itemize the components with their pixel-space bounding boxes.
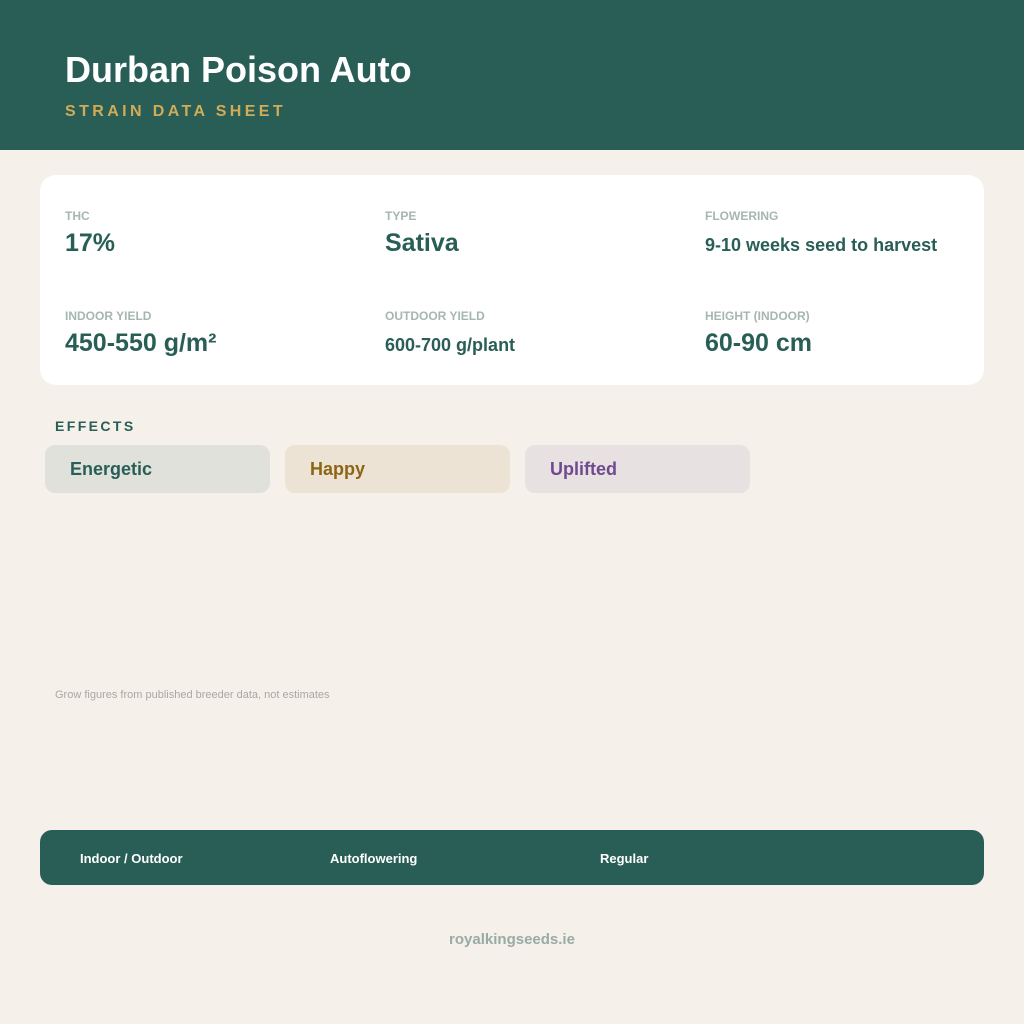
stat-label: INDOOR YIELD bbox=[65, 309, 152, 323]
stat-type: TYPE Sativa bbox=[385, 209, 459, 257]
stat-thc: THC 17% bbox=[65, 209, 115, 257]
page-title: Durban Poison Auto bbox=[65, 49, 412, 90]
stat-value: 450-550 g/m² bbox=[65, 329, 217, 357]
stat-label: THC bbox=[65, 209, 90, 223]
feature-indoor-outdoor: Indoor / Outdoor bbox=[80, 851, 183, 866]
stat-value: Sativa bbox=[385, 229, 459, 257]
site-link[interactable]: royalkingseeds.ie bbox=[0, 930, 1024, 950]
stat-indoor-yield: INDOOR YIELD 450-550 g/m² bbox=[65, 309, 216, 357]
stats-card: THC 17% TYPE Sativa FLOWERING 9-10 weeks… bbox=[40, 175, 984, 385]
stat-value: 600-700 g/plant bbox=[385, 335, 516, 355]
feature-regular: Regular bbox=[600, 851, 649, 866]
page-subtitle: STRAIN DATA SHEET bbox=[65, 103, 287, 120]
effect-chip-happy: Happy bbox=[285, 445, 510, 493]
stat-label: TYPE bbox=[385, 209, 417, 223]
stat-label: FLOWERING bbox=[705, 209, 779, 223]
stat-flowering: FLOWERING 9-10 weeks seed to harvest bbox=[705, 209, 937, 255]
stat-label: HEIGHT (INDOOR) bbox=[705, 309, 810, 323]
strain-data-sheet: Durban Poison Auto STRAIN DATA SHEET THC… bbox=[0, 0, 1024, 1024]
stat-value: 9-10 weeks seed to harvest bbox=[705, 235, 938, 255]
data-source-note: Grow figures from published breeder data… bbox=[55, 689, 330, 701]
stat-height-indoor: HEIGHT (INDOOR) 60-90 cm bbox=[705, 309, 812, 357]
stat-label: OUTDOOR YIELD bbox=[385, 309, 485, 323]
effect-chip-energetic: Energetic bbox=[45, 445, 270, 493]
header-banner: Durban Poison Auto STRAIN DATA SHEET bbox=[0, 0, 1024, 150]
feature-autoflowering: Autoflowering bbox=[330, 851, 418, 866]
stat-outdoor-yield: OUTDOOR YIELD 600-700 g/plant bbox=[385, 309, 515, 355]
feature-bar: Indoor / Outdoor Autoflowering Regular bbox=[40, 830, 984, 885]
effect-chip-uplifted: Uplifted bbox=[525, 445, 750, 493]
stat-value: 17% bbox=[65, 229, 116, 257]
stat-value: 60-90 cm bbox=[705, 329, 813, 357]
effects-heading: EFFECTS bbox=[55, 418, 136, 434]
